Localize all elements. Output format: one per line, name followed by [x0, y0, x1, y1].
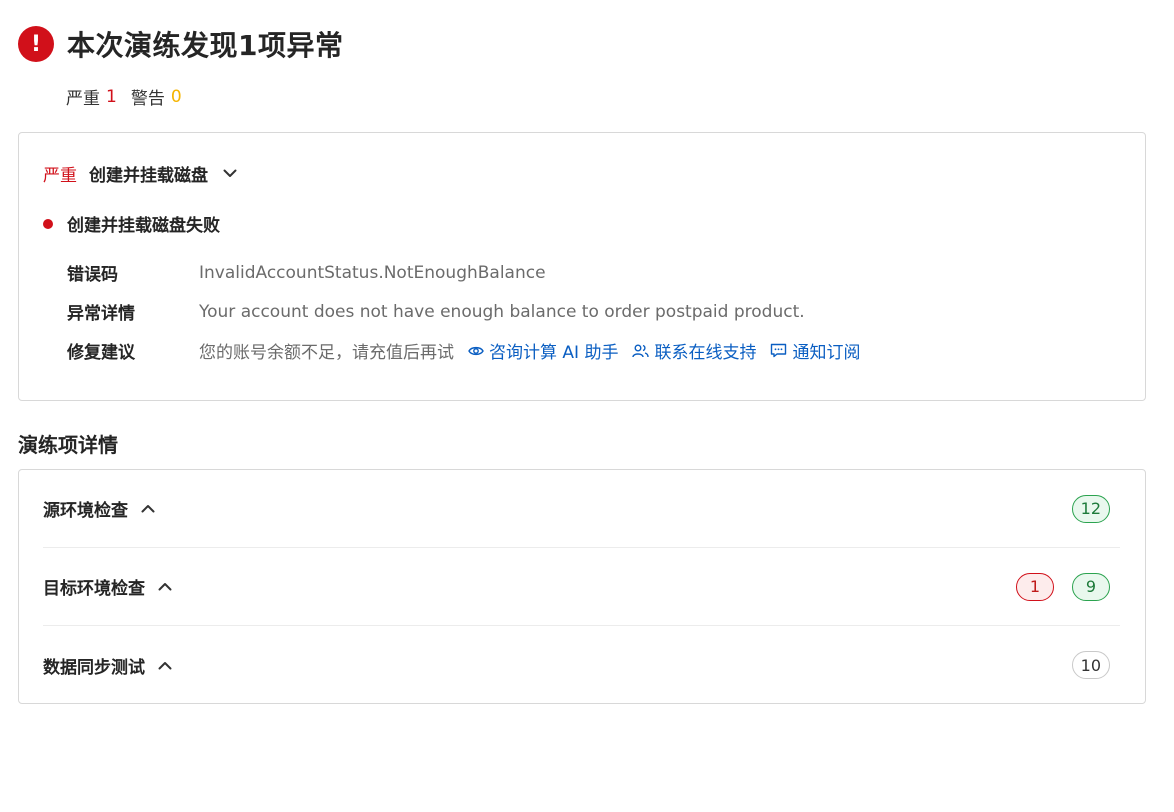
warning-count: 0	[170, 86, 182, 107]
detail-exception: 异常详情 Your account does not have enough b…	[67, 299, 805, 325]
failure-title: 创建并挂载磁盘失败	[43, 211, 220, 236]
failure-title-text: 创建并挂载磁盘失败	[67, 216, 220, 236]
detail-error-code: 错误码 InvalidAccountStatus.NotEnoughBalanc…	[67, 260, 546, 286]
detail-fix-suggestion: 修复建议 您的账号余额不足，请充值后再试 咨询计算 AI 助手 联系在线支持 通…	[67, 338, 860, 363]
status-badges: 1 9	[998, 572, 1110, 601]
subscribe-notification-label: 通知订阅	[792, 343, 861, 363]
chevron-up-icon[interactable]	[157, 657, 173, 673]
section-title: 演练项详情	[18, 433, 118, 457]
subscribe-notification-link[interactable]: 通知订阅	[770, 338, 860, 363]
status-badges: 12	[1054, 494, 1110, 523]
chevron-down-icon[interactable]	[222, 166, 238, 182]
chevron-up-icon[interactable]	[140, 501, 156, 517]
warning-label: 警告	[130, 89, 165, 109]
ai-assistant-label: 咨询计算 AI 助手	[489, 343, 619, 363]
detail-value: InvalidAccountStatus.NotEnoughBalance	[199, 262, 546, 283]
error-dot	[43, 218, 53, 229]
eye-icon	[468, 346, 484, 355]
issue-name: 创建并挂载磁盘	[89, 166, 208, 186]
users-icon	[632, 344, 650, 357]
neutral-count-badge: 10	[1071, 651, 1110, 679]
detail-label: 修复建议	[67, 343, 135, 363]
chevron-up-icon[interactable]	[157, 579, 173, 595]
drill-item-label: 数据同步测试	[43, 657, 145, 678]
success-count-badge: 9	[1072, 572, 1110, 601]
alert-icon: !	[18, 26, 54, 62]
online-support-label: 联系在线支持	[654, 343, 757, 363]
severe-count: 1	[106, 86, 117, 107]
drill-item-data-sync-test[interactable]: 数据同步测试 10	[43, 626, 1120, 704]
issue-header[interactable]: 严重 创建并挂载磁盘	[43, 161, 238, 186]
drill-item-label: 源环境检查	[43, 501, 128, 521]
message-icon	[771, 343, 787, 358]
issue-card: 严重 创建并挂载磁盘 创建并挂载磁盘失败 错误码 InvalidAccountS…	[18, 132, 1146, 401]
detail-value: Your account does not have enough balanc…	[199, 301, 805, 322]
success-count-badge: 12	[1071, 494, 1110, 523]
detail-label: 错误码	[67, 265, 118, 285]
severity-tag: 严重	[43, 166, 77, 186]
drill-item-label: 目标环境检查	[43, 579, 145, 599]
drill-item-target-check[interactable]: 目标环境检查 1 9	[43, 548, 1120, 626]
detail-label: 异常详情	[67, 304, 135, 324]
severity-counts: 严重 1 警告 0	[66, 84, 182, 110]
error-count-badge: 1	[1016, 572, 1054, 601]
drill-items-card: 源环境检查 12 目标环境检查 1 9 数据同步测试 10	[18, 469, 1146, 704]
online-support-link[interactable]: 联系在线支持	[632, 338, 756, 363]
result-header: ! 本次演练发现1项异常	[18, 24, 343, 64]
drill-item-source-check[interactable]: 源环境检查 12	[43, 470, 1120, 548]
status-badges: 10	[1054, 651, 1110, 679]
page-title: 本次演练发现1项异常	[67, 29, 344, 62]
detail-value: 您的账号余额不足，请充值后再试	[199, 343, 454, 363]
severe-label: 严重	[66, 89, 100, 109]
ai-assistant-link[interactable]: 咨询计算 AI 助手	[468, 338, 618, 363]
